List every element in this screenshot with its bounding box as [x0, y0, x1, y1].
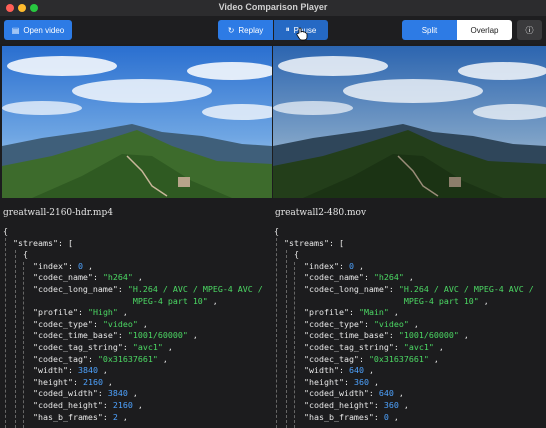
json-line: "codec_time_base": "1001/60000" ,	[303, 330, 469, 341]
replay-icon: ↻	[227, 25, 235, 35]
overlap-toggle[interactable]: Overlap	[457, 20, 512, 40]
json-line: "coded_width": 640 ,	[303, 388, 404, 399]
json-line: "codec_tag": "0x31637661" ,	[303, 353, 439, 364]
right-filename: greatwall2-480.mov	[275, 208, 367, 218]
info-button[interactable]: ⓘ	[517, 20, 542, 40]
open-video-button[interactable]: ▤ Open video	[4, 20, 72, 40]
json-line: "codec_long_name": "H.264 / AVC / MPEG-4…	[303, 283, 534, 294]
json-line: MPEG-4 part 10" ,	[403, 295, 489, 306]
toolbar: ▤ Open video ↻ Replay ⏸ Pause Split Over…	[0, 16, 546, 44]
json-line: "codec_time_base": "1001/60000" ,	[32, 330, 198, 341]
pause-icon: ⏸	[285, 25, 290, 34]
json-line: "coded_height": 360 ,	[303, 399, 409, 410]
json-line: "codec_tag": "0x31637661" ,	[32, 353, 168, 364]
json-line: "width": 640 ,	[303, 365, 374, 376]
json-line: "has_b_frames": 2 ,	[32, 411, 128, 422]
json-line: "width": 3840 ,	[32, 365, 108, 376]
mouse-pointer-icon	[296, 27, 308, 41]
left-video-frame[interactable]	[2, 46, 272, 198]
right-video-frame[interactable]	[273, 46, 546, 198]
json-line: "coded_width": 3840 ,	[32, 388, 138, 399]
json-line: "codec_tag_string": "avc1" ,	[32, 341, 173, 352]
json-line: {	[274, 249, 299, 260]
json-line: "streams": [	[284, 237, 344, 248]
json-line: "coded_height": 2160 ,	[32, 399, 143, 410]
json-line: "codec_name": "h264" ,	[32, 272, 143, 283]
json-line: {	[3, 226, 8, 236]
json-line: "height": 360 ,	[303, 376, 379, 387]
split-label: Split	[421, 25, 438, 35]
right-metadata-json: { "streams": [ { "index": 0 , "codec_nam…	[274, 226, 534, 423]
json-line: "height": 2160 ,	[32, 376, 113, 387]
json-line: "codec_type": "video" ,	[32, 318, 148, 329]
replay-label: Replay	[238, 25, 264, 35]
title-bar: Video Comparison Player	[0, 0, 546, 17]
split-toggle[interactable]: Split	[402, 20, 457, 40]
json-line: "codec_name": "h264" ,	[303, 272, 414, 283]
json-line: MPEG-4 part 10" ,	[132, 295, 218, 306]
json-line: {	[274, 226, 279, 236]
replay-button[interactable]: ↻ Replay	[218, 20, 273, 40]
file-icon: ▤	[11, 25, 20, 35]
info-icon: ⓘ	[525, 25, 534, 35]
json-line: "codec_long_name": "H.264 / AVC / MPEG-4…	[32, 283, 263, 294]
json-line: {	[3, 249, 28, 260]
left-filename: greatwall-2160-hdr.mp4	[3, 208, 113, 218]
json-line: "codec_type": "video" ,	[303, 318, 419, 329]
json-line: "has_b_frames": 0 ,	[303, 411, 399, 422]
left-metadata-json: { "streams": [ { "index": 0 , "codec_nam…	[3, 226, 263, 423]
overlap-label: Overlap	[470, 25, 499, 35]
json-line: "index": 0 ,	[32, 260, 93, 271]
open-video-label: Open video	[23, 25, 65, 35]
json-line: "codec_tag_string": "avc1" ,	[303, 341, 444, 352]
json-line: "profile": "High" ,	[32, 307, 128, 318]
window-title: Video Comparison Player	[218, 2, 328, 12]
json-line: "index": 0 ,	[303, 260, 364, 271]
json-line: "profile": "Main" ,	[303, 307, 399, 318]
json-line: "streams": [	[13, 237, 73, 248]
